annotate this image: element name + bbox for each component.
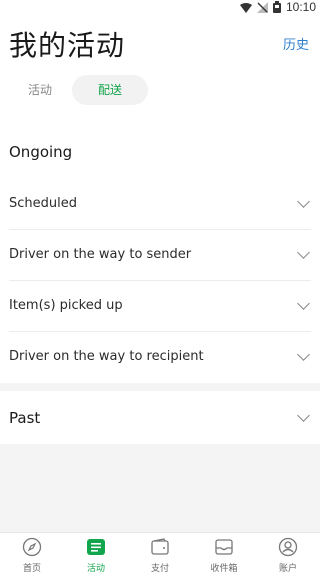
empty-area (0, 444, 320, 532)
tab-delivery[interactable]: 配送 (72, 75, 149, 105)
list-item-driver-to-sender[interactable]: Driver on the way to sender (0, 229, 320, 280)
account-icon (277, 536, 299, 558)
battery-icon (272, 0, 281, 17)
nav-item-inbox[interactable]: 收件箱 (192, 533, 256, 577)
nav-item-home[interactable]: 首页 (0, 533, 64, 577)
activity-tabs: 活动 配送 (14, 75, 149, 105)
nav-item-payment[interactable]: 支付 (128, 533, 192, 577)
list-item-label: Driver on the way to sender (9, 247, 192, 262)
chevron-down-icon (297, 245, 310, 259)
past-section-toggle[interactable]: Past (0, 392, 320, 444)
ongoing-list: Scheduled Driver on the way to sender It… (0, 178, 320, 382)
chevron-down-icon (297, 194, 310, 208)
nav-label: 账户 (278, 564, 297, 574)
list-item-label: Scheduled (9, 196, 77, 211)
no-signal-icon (256, 0, 268, 17)
chevron-down-icon (297, 409, 310, 422)
bottom-nav: 首页 活动 支付 收件箱 账户 (0, 532, 320, 577)
wallet-icon (149, 536, 171, 558)
list-item-picked-up[interactable]: Item(s) picked up (0, 280, 320, 331)
nav-label: 收件箱 (210, 564, 238, 574)
list-item-label: Driver on the way to recipient (9, 349, 204, 364)
activity-list-icon (85, 536, 107, 558)
nav-label: 支付 (150, 564, 169, 574)
past-heading: Past (9, 409, 41, 427)
list-item-scheduled[interactable]: Scheduled (0, 178, 320, 229)
compass-icon (21, 536, 43, 558)
status-time: 10:10 (285, 0, 316, 14)
page-title: 我的活动 (9, 29, 126, 62)
status-bar: 10:10 (0, 0, 320, 16)
ongoing-heading: Ongoing (9, 143, 73, 161)
inbox-icon (213, 536, 235, 558)
nav-label: 活动 (86, 564, 105, 574)
nav-item-account[interactable]: 账户 (256, 533, 320, 577)
chevron-down-icon (297, 296, 310, 310)
nav-label: 首页 (22, 564, 41, 574)
section-divider (0, 383, 320, 391)
tab-activity[interactable]: 活动 (14, 75, 66, 105)
status-icons: 10:10 (239, 0, 316, 17)
chevron-down-icon (297, 347, 310, 361)
list-item-driver-to-recipient[interactable]: Driver on the way to recipient (0, 331, 320, 382)
list-item-label: Item(s) picked up (9, 298, 123, 313)
nav-item-activity[interactable]: 活动 (64, 533, 128, 577)
wifi-icon (239, 0, 252, 17)
history-link[interactable]: 历史 (283, 34, 309, 53)
